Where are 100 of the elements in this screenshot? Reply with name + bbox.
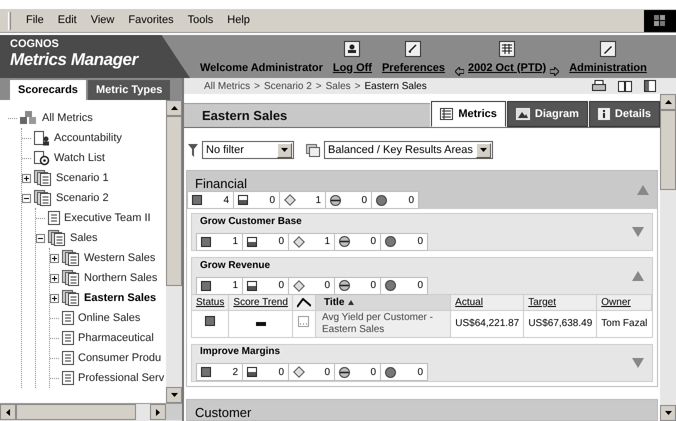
header-link[interactable]: Preferences (382, 60, 445, 76)
menu-item[interactable]: Tools (180, 12, 220, 29)
tree-item[interactable]: Accountability (54, 130, 122, 146)
collapse-box-icon[interactable] (36, 234, 45, 242)
expand-arrow-icon[interactable] (632, 227, 644, 237)
diamond-icon (293, 366, 305, 378)
half-square-icon (238, 195, 248, 205)
breadcrumb-link[interactable]: Scenario 2 (264, 78, 312, 94)
breadcrumb-separator: > (316, 80, 322, 94)
horizontal-scrollbar[interactable] (0, 403, 182, 421)
header-link[interactable]: Log Off (332, 60, 372, 76)
expand-box-icon[interactable] (22, 174, 31, 182)
panel-tab[interactable]: Scorecards (10, 80, 86, 100)
book-icon[interactable] (618, 80, 632, 92)
menu-item[interactable]: Edit (50, 12, 84, 29)
column-header[interactable]: Target (528, 297, 556, 308)
count-value: 4 (223, 194, 229, 208)
count-value: 0 (417, 366, 423, 380)
half-square-icon (247, 280, 257, 290)
count-value: 0 (324, 279, 330, 293)
expand-arrow-icon[interactable] (632, 358, 644, 368)
check-pen-icon[interactable] (405, 40, 422, 56)
tree-item[interactable]: Scenario 2 (56, 190, 109, 206)
view-tab[interactable]: Metrics (431, 101, 506, 127)
filter-dropdown[interactable]: No filter (202, 141, 294, 159)
status-square-icon (201, 280, 211, 290)
person-icon[interactable] (344, 40, 360, 56)
breadcrumb-separator: > (254, 80, 260, 94)
half-square-icon (247, 236, 257, 246)
half-square-icon (247, 367, 257, 377)
collapse-box-icon[interactable] (22, 194, 31, 202)
tree-item[interactable]: Western Sales (84, 250, 156, 266)
expand-box-icon[interactable] (50, 254, 59, 262)
previous-arrow-icon[interactable] (454, 67, 464, 76)
view-tab[interactable]: Diagram (506, 101, 588, 127)
page-icon (62, 311, 74, 325)
column-header[interactable]: Owner (601, 297, 631, 308)
panel-tab[interactable]: Metric Types (88, 80, 170, 100)
tree-item[interactable]: Northern Sales (84, 270, 158, 286)
page-icon (48, 211, 60, 225)
stacked-pages-icon (34, 190, 52, 206)
tree-item[interactable]: Executive Team II (64, 210, 151, 226)
tree-item[interactable]: Pharmaceutical (78, 330, 154, 346)
diamond-icon (284, 194, 296, 206)
circle-icon (385, 280, 396, 291)
collapse-arrow-icon[interactable] (632, 271, 644, 281)
page-title: Eastern Sales (202, 106, 288, 125)
calendar-icon[interactable] (499, 40, 516, 56)
tree-item[interactable]: Consumer Produ (78, 350, 162, 366)
diamond-icon (293, 236, 305, 248)
scrollbar-corner (166, 404, 182, 420)
view-tab[interactable]: Details (588, 101, 660, 127)
vertical-scrollbar[interactable] (660, 94, 676, 421)
scroll-down-icon[interactable] (664, 411, 672, 415)
stacked-pages-icon (48, 230, 66, 246)
count-value: 1 (315, 194, 321, 208)
scrollbar-thumb[interactable] (16, 404, 136, 420)
vertical-scrollbar[interactable] (166, 100, 182, 403)
tree-item[interactable]: Online Sales (78, 310, 140, 326)
columns-icon[interactable] (644, 80, 656, 92)
pencil-icon[interactable] (600, 40, 616, 56)
breadcrumb-link[interactable]: All Metrics (204, 78, 250, 94)
tree-item[interactable]: Eastern Sales (84, 290, 156, 306)
tree-item[interactable]: Sales (70, 230, 98, 246)
menu-item[interactable]: Favorites (121, 12, 181, 29)
scroll-up-icon[interactable] (170, 106, 178, 110)
list-icon (440, 108, 454, 120)
tree-item[interactable]: All Metrics (42, 110, 93, 126)
page-icon (62, 371, 74, 385)
scroll-right-icon[interactable] (156, 408, 160, 416)
tree-item[interactable]: Scenario 1 (56, 170, 109, 186)
header-link[interactable]: 2002 Oct (PTD) (468, 60, 546, 76)
actual-value: US$64,221.87 (455, 318, 520, 330)
tree-item[interactable]: Professional Serv (78, 370, 164, 386)
tree-item[interactable]: Watch List (54, 150, 105, 166)
scrollbar-thumb[interactable] (166, 116, 182, 286)
expand-box-icon[interactable] (50, 274, 59, 282)
next-arrow-icon[interactable] (550, 67, 560, 76)
menu-item[interactable]: File (19, 12, 51, 29)
menu-item[interactable]: View (84, 12, 122, 29)
filter-icon (188, 144, 198, 156)
column-header[interactable]: Status (196, 297, 224, 308)
header-link[interactable]: Administration (569, 60, 647, 76)
menu-item[interactable]: Help (220, 12, 257, 29)
scroll-down-icon[interactable] (170, 393, 178, 397)
more-icon[interactable] (298, 316, 310, 328)
objective-title: Grow Customer Base (199, 214, 303, 228)
view-dropdown[interactable]: Balanced / Key Results Areas (324, 141, 493, 159)
column-header[interactable]: Score Trend (233, 297, 288, 308)
breadcrumb-link[interactable]: Eastern Sales (364, 78, 427, 94)
scroll-up-icon[interactable] (664, 100, 672, 104)
scroll-left-icon[interactable] (6, 408, 10, 416)
breadcrumb-link[interactable]: Sales (326, 78, 351, 94)
count-value: 1 (324, 235, 330, 249)
column-header[interactable]: Actual (455, 297, 483, 308)
expand-box-icon[interactable] (50, 294, 59, 302)
column-header[interactable]: Title (324, 295, 344, 310)
objective-title: Improve Margins (199, 345, 282, 359)
printer-icon[interactable] (592, 80, 606, 92)
scrollbar-thumb[interactable] (660, 110, 676, 190)
